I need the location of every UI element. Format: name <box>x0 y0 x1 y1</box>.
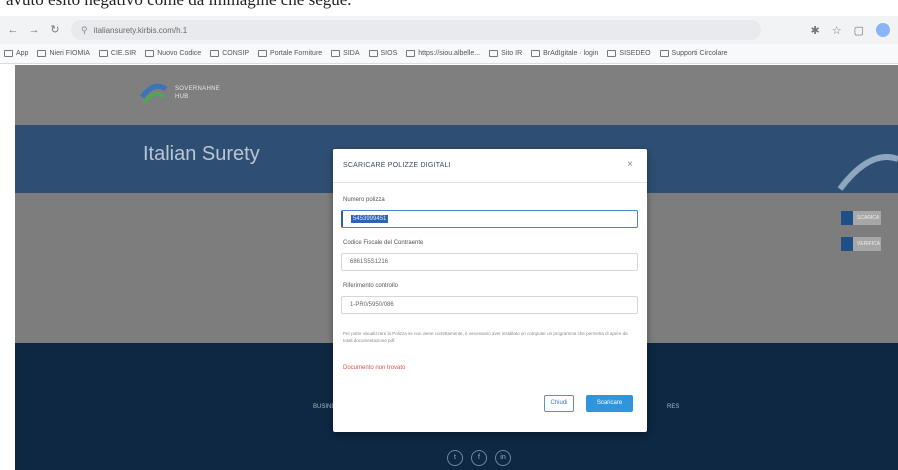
bookmark-label: CONSIP <box>222 50 250 57</box>
site-info-icon[interactable]: ⚲ <box>81 25 88 36</box>
reload-icon[interactable]: ↻ <box>47 22 63 38</box>
profile-avatar[interactable] <box>876 23 890 37</box>
bookmark-item[interactable]: SIDA <box>331 50 360 57</box>
bookmark-item[interactable]: https://siou.albelle... <box>406 50 480 57</box>
folder-icon <box>531 50 541 57</box>
bookmark-label: Portale Forniture <box>270 50 323 57</box>
brand-line-2: HUB <box>175 94 189 100</box>
bookmark-label: App <box>16 50 29 57</box>
address-bar[interactable]: ⚲ italiansurety.kirbis.com/h.1 <box>71 20 761 40</box>
site-header: SOVERNAHNE HUB <box>15 65 898 125</box>
bookmark-label: Nuovo Codice <box>157 50 202 57</box>
download-icon <box>841 211 853 225</box>
folder-icon <box>98 50 108 57</box>
linkedin-icon[interactable]: in <box>495 450 511 466</box>
info-text: Per poter visualizzare la Polizza se non… <box>343 331 628 343</box>
tax-code-label: Codice Fiscale del Contraente <box>343 240 424 246</box>
bookmark-label: Nieri FIOMIA <box>49 50 90 57</box>
bookmark-item[interactable]: Nuovo Codice <box>145 50 201 57</box>
folder-icon <box>4 50 13 57</box>
download-policy-modal: SCARICARE POLIZZE DIGITALI × Numero poli… <box>333 149 647 432</box>
brand-line-1: SOVERNAHNE <box>175 86 221 92</box>
bookmark-item[interactable]: CONSIP <box>210 50 249 57</box>
bookmark-label: SISEDEO <box>619 50 651 57</box>
bookmark-label: SIDA <box>343 50 360 57</box>
policy-number-label: Numero polizza <box>343 197 385 203</box>
side-button-label: VERIFICA <box>857 241 881 247</box>
folder-icon <box>37 50 47 57</box>
bookmark-item[interactable]: Sito IR <box>489 50 522 57</box>
bookmark-item[interactable]: App <box>4 50 28 57</box>
toolbar-actions: ✱ ☆ ▢ <box>811 23 898 37</box>
url-text[interactable]: italiansurety.kirbis.com/h.1 <box>94 26 188 35</box>
folder-icon <box>210 50 220 57</box>
modal-title: SCARICARE POLIZZE DIGITALI <box>343 162 451 169</box>
folder-icon <box>406 50 416 57</box>
folder-icon <box>607 50 617 57</box>
window-icon[interactable]: ▢ <box>854 24 864 37</box>
brand-text: SOVERNAHNE HUB <box>175 85 220 101</box>
bookmark-star-icon[interactable]: ☆ <box>832 24 842 37</box>
side-button-label: SCARICA <box>857 215 880 221</box>
forward-icon[interactable]: → <box>26 22 42 38</box>
hero-title: Italian Surety <box>143 143 260 165</box>
footer-text-right: RES <box>667 404 680 410</box>
download-button[interactable]: Scaricare <box>586 395 633 412</box>
facebook-icon[interactable]: f <box>471 450 487 466</box>
folder-icon <box>659 50 669 57</box>
bookmark-label: CIE.SIR <box>110 50 137 57</box>
screenshot-root: avuto esito negativo come da immagine ch… <box>0 0 898 470</box>
policy-number-input[interactable]: 5453999451 <box>341 210 638 228</box>
bookmark-label: SIOS <box>380 50 398 57</box>
footer-text-left: BUSINE <box>313 404 336 410</box>
bookmark-item[interactable]: BrAdIgitale · login <box>531 50 598 57</box>
document-caption: avuto esito negativo come da immagine ch… <box>0 0 898 10</box>
bookmark-item[interactable]: Nieri FIOMIA <box>37 50 90 57</box>
bookmarks-bar: App Nieri FIOMIA CIE.SIR Nuovo Codice CONSIP… <box>0 44 898 64</box>
error-message: Documento non trovato <box>343 365 406 371</box>
bookmark-label: Supporti Circolare <box>671 50 728 57</box>
close-button[interactable]: Chiudi <box>544 395 574 412</box>
company-logo <box>140 83 168 105</box>
bookmark-item[interactable]: Portale Forniture <box>258 50 322 57</box>
bookmark-item[interactable]: Supporti Circolare <box>659 50 728 57</box>
folder-icon <box>145 50 155 57</box>
control-ref-label: Riferimento controllo <box>343 283 399 289</box>
folder-icon <box>368 50 378 57</box>
tax-code-input[interactable]: 6861S5S1216 <box>341 253 638 271</box>
close-icon[interactable]: × <box>627 159 633 170</box>
hero-swoosh <box>837 154 898 191</box>
bookmark-label: Sito IR <box>501 50 523 57</box>
extension-icon[interactable]: ✱ <box>811 24 820 37</box>
modal-header: SCARICARE POLIZZE DIGITALI × <box>333 149 647 183</box>
bookmark-label: BrAdIgitale · login <box>543 50 599 57</box>
side-button-scarica[interactable]: SCARICA <box>841 211 881 225</box>
folder-icon <box>489 50 499 57</box>
bookmark-item[interactable]: SIOS <box>368 50 398 57</box>
browser-toolbar: ← → ↻ ⚲ italiansurety.kirbis.com/h.1 ✱ ☆… <box>0 16 898 44</box>
policy-number-value[interactable]: 5453999451 <box>351 215 389 223</box>
web-page: SOVERNAHNE HUB Italian Surety SCARICA VE… <box>15 65 898 470</box>
folder-icon <box>258 50 268 57</box>
control-ref-input[interactable]: 1-PR0/5950/086 <box>341 296 638 314</box>
bookmark-item[interactable]: CIE.SIR <box>98 50 137 57</box>
twitter-icon[interactable]: t <box>447 450 463 466</box>
folder-icon <box>331 50 341 57</box>
bookmark-label: https://siou.albelle... <box>418 50 481 57</box>
back-icon[interactable]: ← <box>5 22 21 38</box>
document-icon <box>841 237 853 251</box>
bookmark-item[interactable]: SISEDEO <box>607 50 651 57</box>
side-button-verifica[interactable]: VERIFICA <box>841 237 881 251</box>
